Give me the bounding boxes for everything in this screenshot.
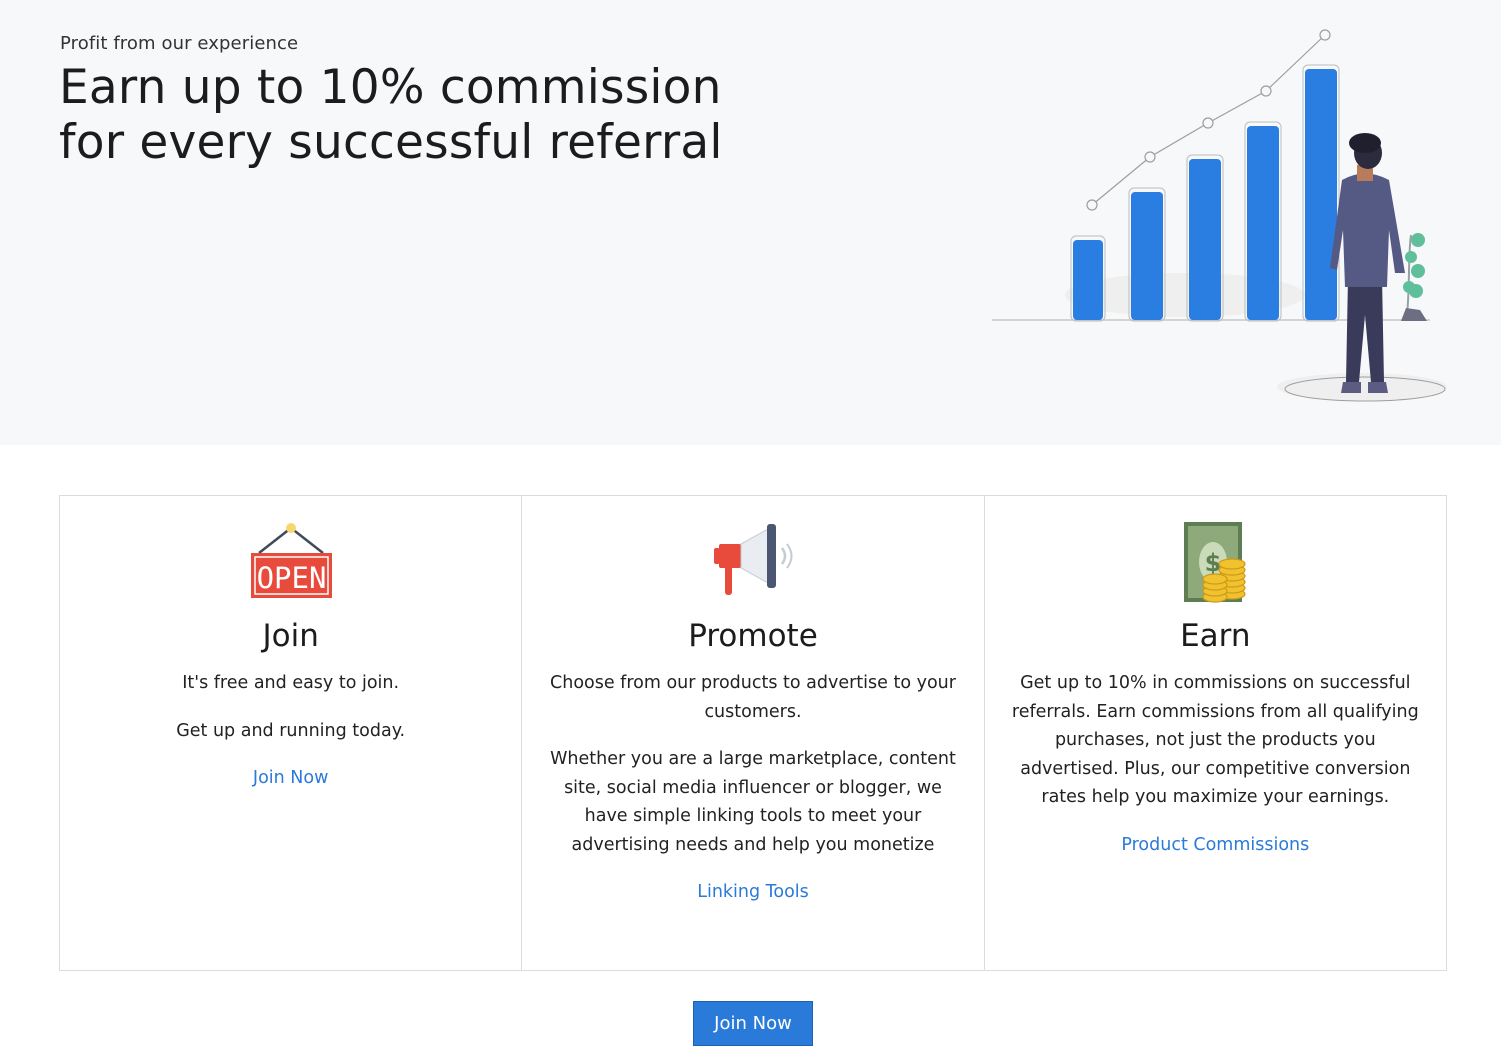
growth-chart-illustration [992, 29, 1447, 402]
hero-kicker: Profit from our experience [60, 33, 299, 54]
product-commissions-link[interactable]: Product Commissions [1121, 831, 1309, 859]
feature-text-join-1: It's free and easy to join. [182, 673, 400, 693]
person-figure [1330, 133, 1405, 393]
hero-section: Profit from our experience Earn up to 10… [0, 0, 1501, 445]
feature-title-join: Join [262, 618, 319, 654]
feature-join: OPEN Join It's free and easy to join. Ge… [60, 496, 523, 970]
money-coins-icon: $ [1184, 522, 1246, 603]
join-now-link[interactable]: Join Now [253, 764, 329, 792]
feature-text-promote-1: Choose from our products to advertise to… [550, 673, 956, 722]
feature-earn: $ Earn Get up to 10% in commissions on s… [985, 496, 1446, 970]
open-sign-icon: OPEN [250, 523, 332, 598]
feature-text-join-2: Get up and running today. [176, 720, 406, 741]
features-grid: OPEN Join It's free and easy to join. Ge… [59, 495, 1447, 971]
linking-tools-link[interactable]: Linking Tools [697, 878, 809, 906]
feature-text-promote-2: Whether you are a large marketplace, con… [550, 749, 956, 855]
feature-title-earn: Earn [1180, 618, 1251, 654]
feature-promote: Promote Choose from our products to adve… [522, 496, 985, 970]
megaphone-icon [713, 524, 793, 595]
join-now-button[interactable]: Join Now [693, 1001, 813, 1046]
feature-title-promote: Promote [688, 618, 818, 654]
feature-text-earn-1: Get up to 10% in commissions on successf… [1011, 673, 1419, 807]
hero-title: Earn up to 10% commission for every succ… [59, 60, 779, 170]
open-sign-text: OPEN [256, 561, 326, 595]
hero-title-line-1: Earn up to 10% commission [59, 60, 722, 115]
hero-title-line-2: for every successful referral [59, 115, 723, 170]
plant-icon [1401, 233, 1427, 321]
